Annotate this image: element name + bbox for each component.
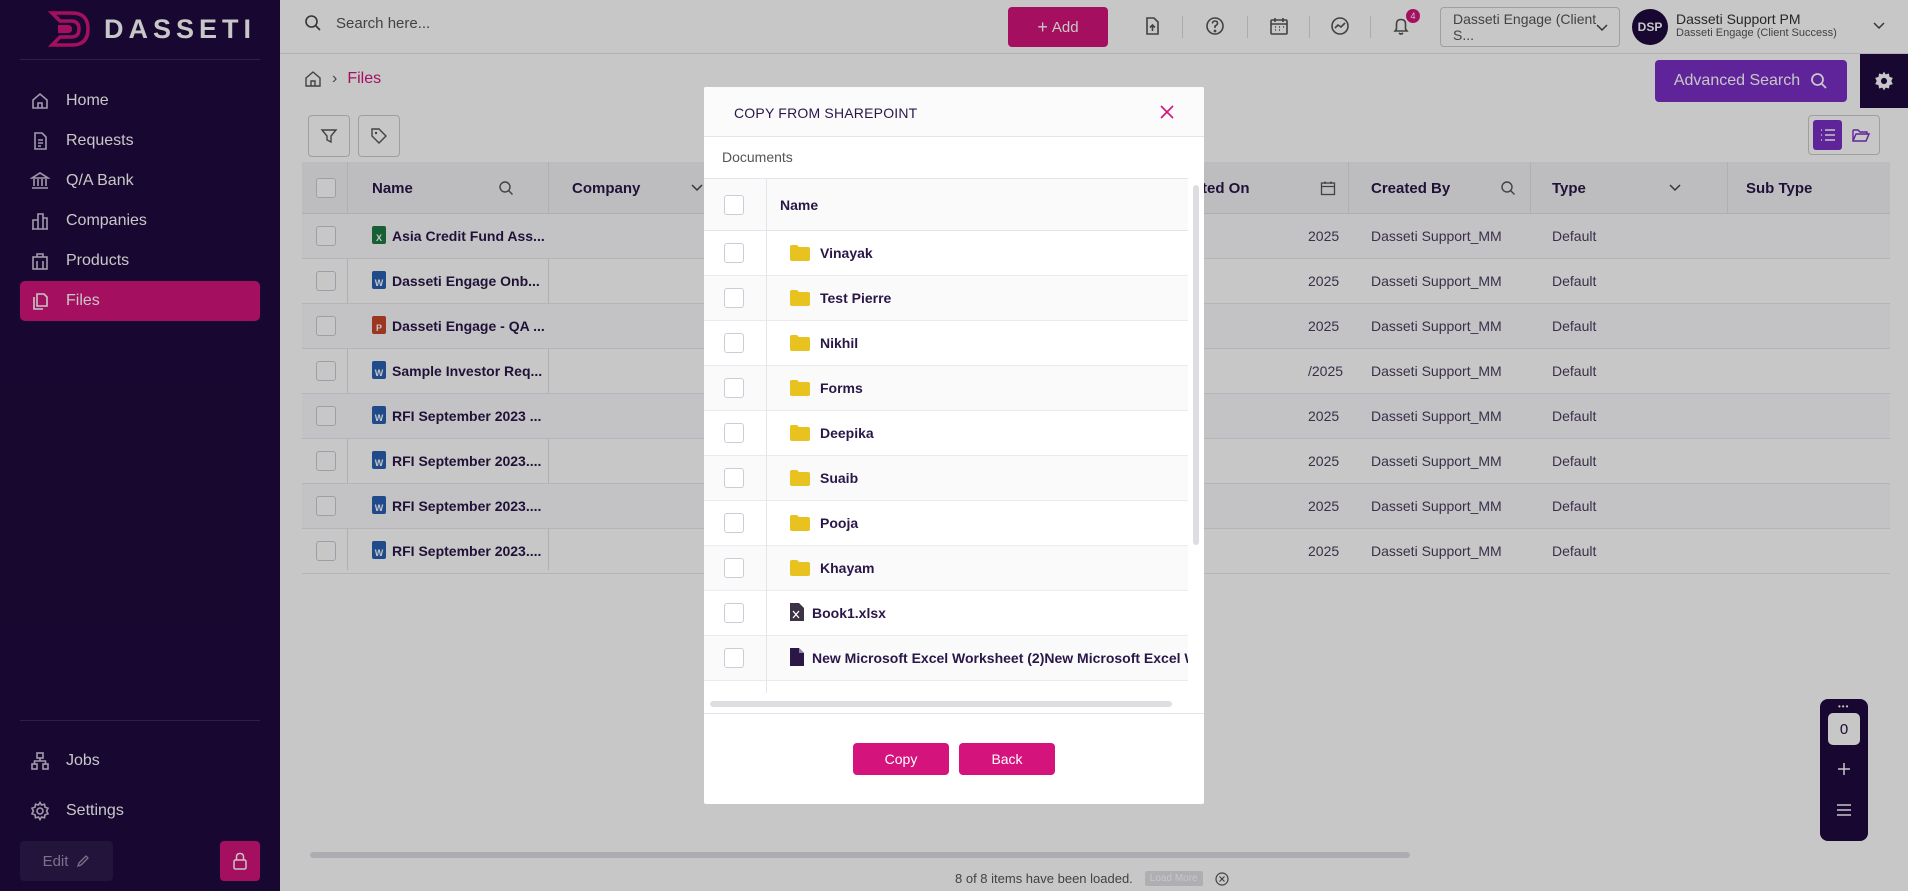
column-divider — [766, 179, 767, 693]
vertical-scrollbar[interactable] — [1193, 185, 1199, 545]
folder-icon — [790, 425, 810, 441]
close-icon[interactable] — [1160, 105, 1174, 119]
list-item[interactable]: New Microsoft Excel Worksheet (2)New Mic… — [704, 636, 1188, 681]
list-item[interactable]: Pooja — [704, 501, 1188, 546]
row-checkbox[interactable] — [724, 288, 744, 308]
copy-button[interactable]: Copy — [853, 743, 949, 775]
list-item[interactable]: Suaib — [704, 456, 1188, 501]
folder-icon — [790, 560, 810, 576]
select-all-checkbox[interactable] — [724, 195, 744, 215]
row-checkbox[interactable] — [724, 423, 744, 443]
folder-icon — [790, 245, 810, 261]
file-icon — [790, 648, 804, 666]
dialog-title: COPY FROM SHAREPOINT — [734, 105, 918, 121]
item-name[interactable]: Forms — [820, 380, 863, 396]
list-item[interactable]: Test Pierre — [704, 276, 1188, 321]
list-item[interactable]: Book1.xlsx — [704, 591, 1188, 636]
folder-icon — [790, 290, 810, 306]
list-item[interactable]: Khayam — [704, 546, 1188, 591]
row-checkbox[interactable] — [724, 378, 744, 398]
dialog-header: COPY FROM SHAREPOINT — [704, 87, 1204, 137]
folder-icon — [790, 335, 810, 351]
row-checkbox[interactable] — [724, 603, 744, 623]
row-checkbox[interactable] — [724, 243, 744, 263]
item-name[interactable]: Deepika — [820, 425, 874, 441]
item-name[interactable]: Pooja — [820, 515, 858, 531]
list-item[interactable]: Deepika — [704, 411, 1188, 456]
list-item[interactable]: Nikhil — [704, 321, 1188, 366]
folder-icon — [790, 515, 810, 531]
list-item[interactable]: Vinayak — [704, 231, 1188, 276]
row-checkbox[interactable] — [724, 648, 744, 668]
dialog-footer-divider — [704, 713, 1204, 714]
excel-file-icon — [790, 603, 804, 621]
folder-icon — [790, 380, 810, 396]
row-checkbox[interactable] — [724, 513, 744, 533]
row-checkbox[interactable] — [724, 333, 744, 353]
row-checkbox[interactable] — [724, 558, 744, 578]
file-list-header: Name — [704, 179, 1188, 231]
horizontal-scrollbar[interactable] — [710, 701, 1172, 707]
item-name[interactable]: Suaib — [820, 470, 858, 486]
list-item[interactable]: Forms — [704, 366, 1188, 411]
copy-from-sharepoint-dialog: COPY FROM SHAREPOINT Documents Name Vina… — [704, 87, 1204, 804]
item-name[interactable]: New Microsoft Excel Worksheet (2)New Mic… — [812, 650, 1188, 666]
folder-icon — [790, 470, 810, 486]
list-item[interactable]: Document (22).docx — [704, 681, 1188, 693]
current-path: Documents — [722, 149, 793, 165]
row-checkbox[interactable] — [724, 468, 744, 488]
item-name[interactable]: Khayam — [820, 560, 874, 576]
column-header-name: Name — [780, 197, 819, 213]
sharepoint-file-list: Name Vinayak Test Pierre Nikhil Forms Deepik… — [704, 178, 1188, 693]
item-name[interactable]: Nikhil — [820, 335, 858, 351]
item-name[interactable]: Test Pierre — [820, 290, 891, 306]
item-name[interactable]: Vinayak — [820, 245, 873, 261]
item-name[interactable]: Book1.xlsx — [812, 605, 886, 621]
back-button[interactable]: Back — [959, 743, 1055, 775]
